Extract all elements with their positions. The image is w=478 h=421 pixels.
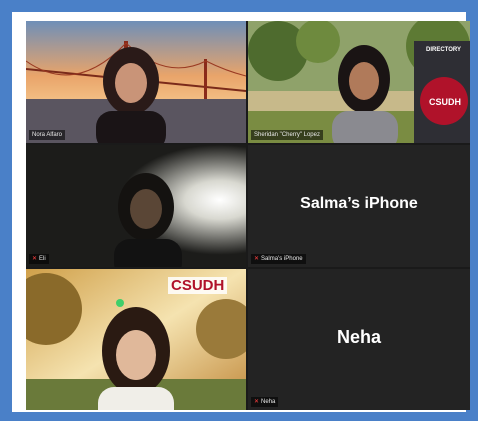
participant-name-tag: Sheridan "Cherry" Lopez xyxy=(251,130,323,140)
directory-sign: DIRECTORY xyxy=(426,47,462,53)
participant-name: Nora Alfaro xyxy=(32,132,63,138)
participant-name-tag: Nora Alfaro xyxy=(29,130,66,140)
video-tile-neha[interactable]: Neha ✕ Neha xyxy=(248,269,470,410)
csudh-sign: CSUDH xyxy=(429,97,462,107)
participant-name: Eli xyxy=(39,256,46,262)
participant-name: Sheridan "Cherry" Lopez xyxy=(254,132,320,138)
camera-feed-dark-room xyxy=(26,145,246,267)
participant-name-tag: ✕ Neha xyxy=(251,397,279,407)
csudh-logo: CSUDH xyxy=(168,277,228,294)
video-tile-cherry[interactable]: DIRECTORY CSUDH Sheridan "Cherry" Lopez xyxy=(248,21,470,143)
participant-name: Salma’s iPhone xyxy=(261,256,303,262)
virtual-background-golden-gate xyxy=(26,21,246,143)
video-tile-nora[interactable]: Nora Alfaro xyxy=(26,21,246,143)
participant-name: Neha xyxy=(261,399,276,405)
participant-display-name: Neha xyxy=(336,327,381,347)
video-tile-salma[interactable]: Salma’s iPhone ✕ Salma’s iPhone xyxy=(248,145,470,267)
participant-name-tag: ✕ Eli xyxy=(29,254,49,264)
virtual-background-campus xyxy=(248,21,470,143)
video-tile-csudh-background[interactable]: CSUDH xyxy=(26,269,246,410)
video-gallery: Nora Alfaro DIRECTORY CSUDH Sheridan "Ch… xyxy=(26,21,470,410)
mic-muted-icon: ✕ xyxy=(254,256,260,262)
mic-muted-icon: ✕ xyxy=(32,256,38,262)
participant-name-tag: ✕ Salma’s iPhone xyxy=(251,254,306,264)
participant-display-name: Salma’s iPhone xyxy=(300,195,418,212)
video-tile-eli[interactable]: ✕ Eli xyxy=(26,145,246,267)
mic-muted-icon: ✕ xyxy=(254,399,260,405)
